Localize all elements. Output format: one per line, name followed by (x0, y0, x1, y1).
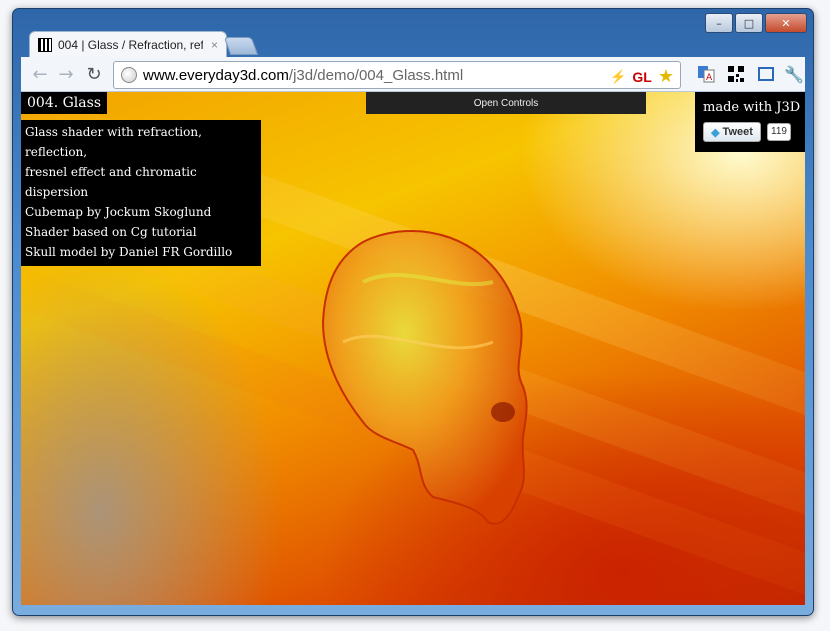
glass-skull-model (321, 230, 528, 525)
webgl-canvas[interactable]: 004. Glass Glass shader with refraction,… (21, 92, 805, 605)
description-line: Glass shader with refraction, reflection… (25, 125, 202, 159)
page-title: 004. Glass (21, 92, 107, 114)
favicon-icon (38, 38, 52, 52)
window-controls: – □ ✕ (705, 13, 807, 33)
description-line: Skull model by Daniel FR Gordillo (25, 245, 233, 259)
back-arrow-icon[interactable]: ← (29, 63, 51, 85)
wrench-icon[interactable]: 🔧 (783, 63, 805, 85)
tweet-count: 119 (767, 123, 791, 141)
lightning-icon[interactable]: ⚡ (610, 69, 626, 85)
qr-code-icon[interactable] (725, 63, 747, 85)
svg-text:A: A (706, 73, 713, 83)
translate-icon[interactable]: A (695, 63, 717, 85)
made-with-label[interactable]: made with J3D (703, 100, 800, 115)
fullscreen-icon[interactable] (755, 63, 777, 85)
browser-tab[interactable]: 004 | Glass / Refraction, refle × (29, 31, 227, 58)
gl-badge[interactable]: GL (632, 69, 651, 85)
new-tab-button[interactable] (223, 37, 259, 55)
tab-close-icon[interactable]: × (211, 38, 218, 52)
url-path: /j3d/demo/004_Glass.html (288, 66, 464, 84)
browser-window: – □ ✕ 004 | Glass / Refraction, refle × … (12, 8, 814, 616)
tab-title: 004 | Glass / Refraction, refle (58, 38, 203, 52)
forward-arrow-icon[interactable]: → (55, 63, 77, 85)
description-line: Cubemap by Jockum Skoglund (25, 205, 212, 219)
tweet-button[interactable]: ◆ Tweet (703, 122, 761, 142)
tweet-label: Tweet (722, 126, 753, 138)
minimize-button[interactable]: – (705, 13, 733, 33)
star-icon[interactable]: ★ (658, 66, 674, 87)
url-host: www.everyday3d.com (143, 66, 289, 84)
maximize-button[interactable]: □ (735, 13, 763, 33)
reload-icon[interactable]: ↻ (83, 63, 105, 85)
close-window-button[interactable]: ✕ (765, 13, 807, 33)
demo-description: Glass shader with refraction, reflection… (21, 120, 261, 266)
description-line: fresnel effect and chromatic dispersion (25, 165, 197, 199)
description-line: Shader based on Cg tutorial (25, 225, 197, 239)
address-bar[interactable]: www.everyday3d.com/j3d/demo/004_Glass.ht… (113, 61, 681, 89)
made-with-j3d-box: made with J3D ◆ Tweet 119 (695, 92, 805, 152)
browser-toolbar: ← → ↻ www.everyday3d.com/j3d/demo/004_Gl… (21, 57, 805, 92)
twitter-bird-icon: ◆ (711, 126, 720, 139)
globe-icon (121, 67, 137, 83)
open-controls-button[interactable]: Open Controls (366, 92, 646, 114)
